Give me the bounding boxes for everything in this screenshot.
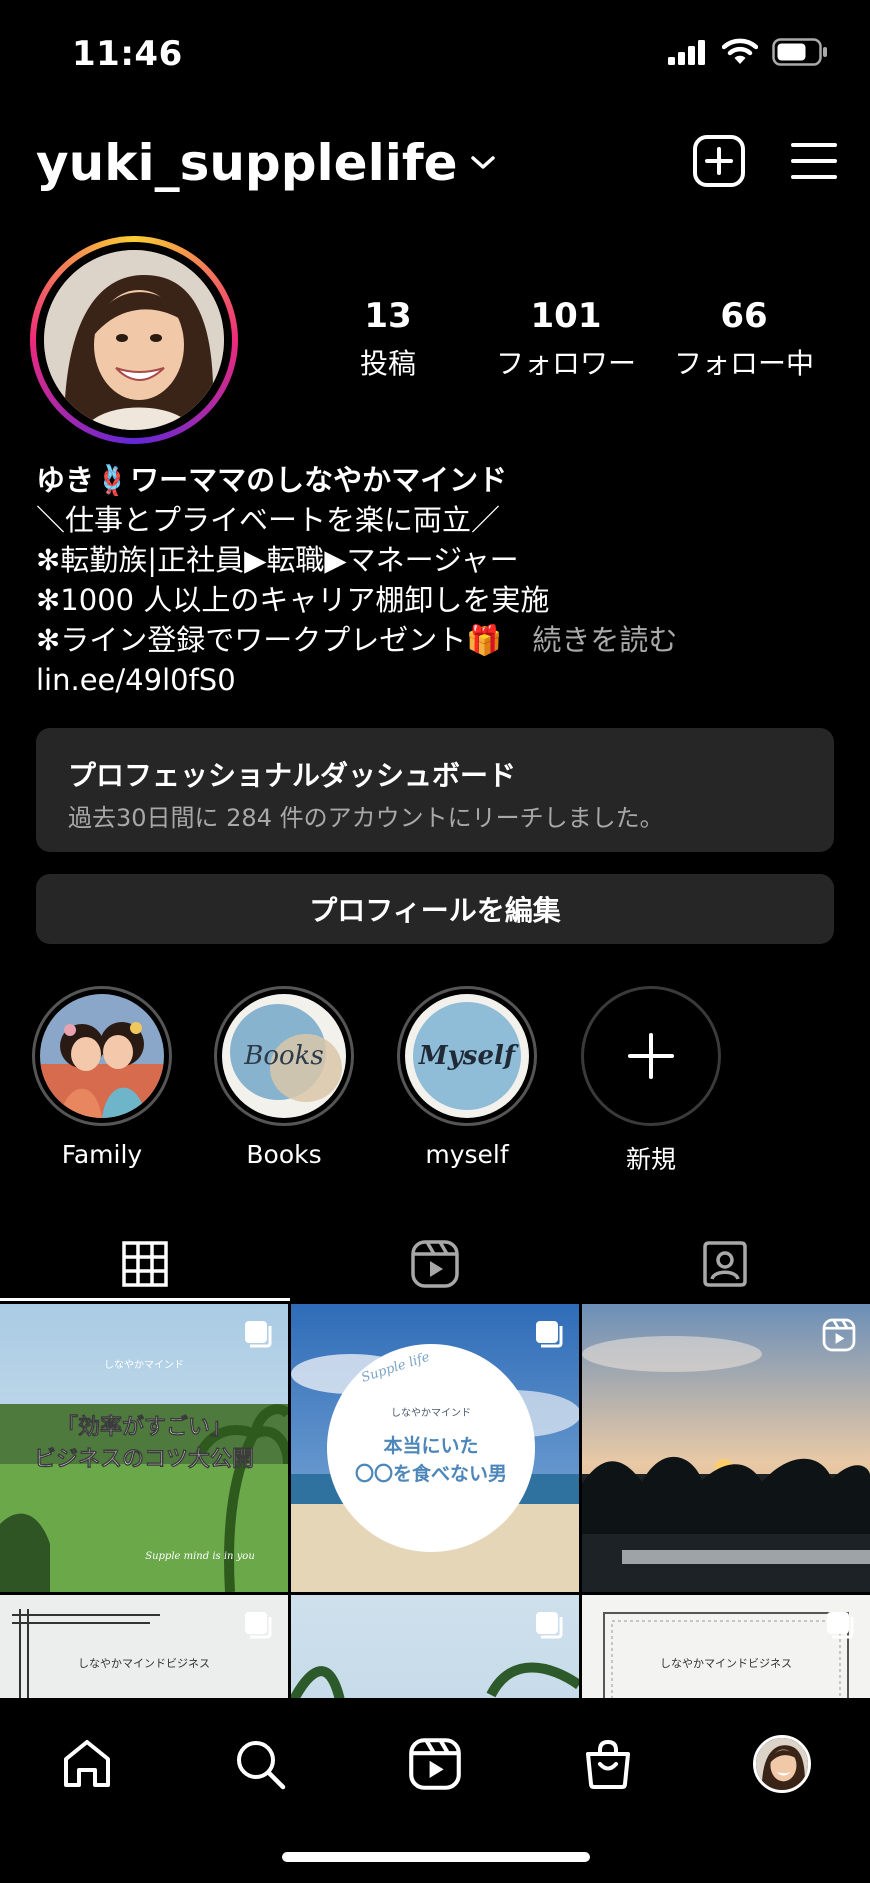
shopping-bag-icon (586, 1739, 630, 1789)
stat-value: 66 (720, 296, 768, 336)
carousel-icon (536, 1612, 563, 1639)
grid-icon (122, 1241, 168, 1287)
stat-value: 101 (530, 296, 602, 336)
post-overlay-small: しなやかマインドビジネス (660, 1657, 792, 1670)
highlight-label: myself (425, 1140, 509, 1169)
stat-label: 投稿 (359, 347, 416, 380)
post-tile[interactable]: しなやかマインド 「効率がすごい」 ビジネスのコツ大公開 Supple mind… (0, 1304, 288, 1592)
highlight-label: Books (246, 1140, 322, 1169)
stat-posts[interactable]: 13 投稿 (303, 296, 473, 382)
home-indicator (282, 1852, 590, 1862)
avatar-photo (44, 250, 224, 430)
status-time: 11:46 (72, 34, 183, 74)
plus-icon (628, 1033, 674, 1079)
active-tab-indicator (0, 1298, 290, 1301)
profile-avatar-small (753, 1735, 811, 1793)
battery-icon (772, 38, 827, 66)
nav-search[interactable] (220, 1724, 300, 1804)
header-actions (692, 134, 838, 188)
stat-following[interactable]: 66 フォロー中 (659, 296, 829, 382)
post-signature: Supple mind is in you (145, 1551, 255, 1562)
post-overlay-small: しなやかマインド (104, 1359, 184, 1371)
reel-icon (822, 1318, 856, 1352)
stat-followers[interactable]: 101 フォロワー (481, 296, 651, 382)
professional-dashboard[interactable]: プロフェッショナルダッシュボード 過去30日間に 284 件のアカウントにリーチ… (36, 728, 834, 852)
bio-line: ＼仕事とプライベートを楽に両立／ (36, 503, 501, 537)
tab-posts-grid[interactable] (0, 1224, 290, 1304)
wifi-icon (722, 38, 758, 64)
highlight-art-text: Books (243, 1041, 324, 1071)
post-overlay-line: 「効率がすごい」 (56, 1414, 232, 1440)
post-overlay-small: しなやかマインドビジネス (78, 1657, 210, 1670)
reels-icon (411, 1240, 459, 1288)
post-overlay-line: 本当にいた (383, 1434, 478, 1457)
dashboard-title: プロフェッショナルダッシュボード (68, 759, 517, 792)
bio-link[interactable]: lin.ee/49l0fS0 (36, 660, 836, 700)
edit-profile-button[interactable]: プロフィールを編集 (36, 874, 834, 944)
profile-bio: ゆき🪢ワーママのしなやかマインド ＼仕事とプライベートを楽に両立／ ✻転勤族|正… (36, 460, 836, 700)
bio-line: ✻転勤族|正社員▶転職▶マネージャー (36, 543, 519, 577)
nav-profile[interactable] (742, 1724, 822, 1804)
tagged-icon (703, 1241, 747, 1287)
highlight-label: Family (61, 1140, 143, 1169)
profile-avatar[interactable] (30, 236, 238, 444)
highlight-new[interactable]: 新規 (576, 986, 726, 1176)
tab-reels[interactable] (290, 1224, 580, 1304)
highlight-cover-image: Myself (405, 994, 529, 1118)
carousel-icon (245, 1612, 272, 1639)
highlight-art-text: Myself (418, 1041, 519, 1071)
bio-line: ✻1000 人以上のキャリア棚卸しを実施 (36, 583, 550, 617)
post-tile[interactable] (582, 1304, 870, 1592)
highlight-books[interactable]: Books Books (209, 986, 359, 1169)
carousel-icon (245, 1321, 272, 1348)
carousel-icon (827, 1612, 854, 1639)
highlight-cover-image (40, 994, 164, 1118)
display-name: ゆき🪢ワーママのしなやかマインド (36, 463, 508, 497)
account-switcher[interactable]: yuki_supplelife (36, 134, 496, 192)
stat-label: フォロー中 (673, 347, 814, 380)
reels-icon (409, 1738, 461, 1790)
post-tile[interactable]: Supple life しなやかマインド 本当にいた 〇〇を食べない男 (291, 1304, 579, 1592)
cellular-signal-icon (668, 40, 705, 65)
highlight-label: 新規 (625, 1145, 676, 1174)
stat-value: 13 (364, 296, 412, 336)
post-overlay-line: 〇〇を食べない男 (355, 1462, 507, 1485)
status-icons (668, 38, 828, 66)
post-overlay-line: ビジネスのコツ大公開 (34, 1447, 254, 1472)
search-icon (237, 1741, 286, 1790)
tab-tagged[interactable] (580, 1224, 870, 1304)
highlight-family[interactable]: Family (27, 986, 177, 1169)
post-overlay-small: しなやかマインド (391, 1407, 471, 1419)
stat-label: フォロワー (495, 347, 636, 380)
read-more-link[interactable]: 続きを読む (532, 623, 677, 657)
nav-reels[interactable] (395, 1724, 475, 1804)
highlight-cover-image: Books (222, 994, 346, 1118)
home-icon (64, 1740, 110, 1787)
carousel-icon (536, 1321, 563, 1348)
chevron-down-icon (470, 156, 495, 169)
menu-icon[interactable] (790, 141, 838, 181)
highlight-myself[interactable]: Myself myself (392, 986, 542, 1169)
bio-line: ✻ライン登録でワークプレゼント🎁 (36, 623, 503, 657)
username-label: yuki_supplelife (36, 134, 458, 192)
dashboard-subtitle: 過去30日間に 284 件のアカウントにリーチしました。 (68, 804, 664, 832)
create-post-icon[interactable] (692, 134, 746, 188)
nav-shop[interactable] (568, 1724, 648, 1804)
nav-home[interactable] (47, 1724, 127, 1804)
